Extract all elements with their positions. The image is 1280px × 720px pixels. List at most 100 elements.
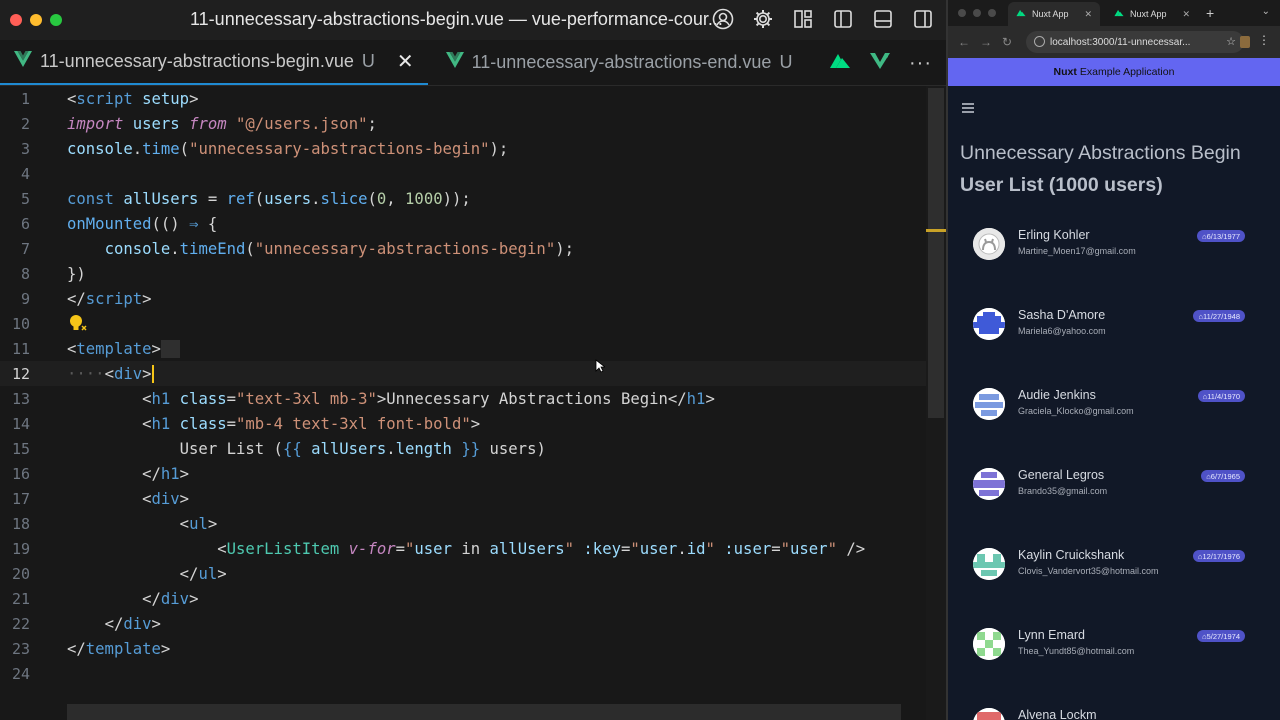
banner-text: Example Application <box>1079 66 1175 78</box>
code-line: </ul> <box>179 564 227 583</box>
untracked-badge: U <box>779 52 793 72</box>
settings-gear-icon[interactable] <box>750 6 776 32</box>
list-item[interactable]: Erling Kohler Martine_Moen17@gmail.com ⌂… <box>973 226 1245 266</box>
window-title: 11-unnecessary-abstractions-begin.vue — … <box>190 9 723 29</box>
code-line: <h1 class="mb-4 text-3xl font-bold"> <box>142 414 481 433</box>
editor-tabs: 11-unnecessary-abstractions-begin.vue U … <box>0 40 946 86</box>
code-line: </div> <box>142 589 199 608</box>
list-item[interactable]: Lynn Emard Thea_Yundt85@hotmail.com ⌂ 5/… <box>973 626 1245 666</box>
user-email: Thea_Yundt85@hotmail.com <box>1018 646 1135 656</box>
line-number: 1 <box>20 89 30 108</box>
hamburger-menu-icon[interactable] <box>962 100 974 118</box>
code-line: <template> <box>67 339 180 358</box>
user-email: Mariela6@yahoo.com <box>1018 326 1106 336</box>
user-email: Brando35@gmail.com <box>1018 486 1108 496</box>
browser-tab-label: Nuxt App <box>1130 9 1167 19</box>
line-number: 16 <box>11 464 30 483</box>
code-editor: 11-unnecessary-abstractions-begin.vue — … <box>0 0 946 720</box>
list-item[interactable]: Kaylin Cruickshank Clovis_Vandervort35@h… <box>973 546 1245 586</box>
line-number: 4 <box>20 164 30 183</box>
scrollbar-thumb[interactable] <box>928 88 944 418</box>
birthdate-badge: ⌂ 6/7/1965 <box>1201 470 1245 482</box>
forward-icon[interactable]: → <box>980 35 992 49</box>
toggle-secondary-sidebar-icon[interactable] <box>910 6 936 32</box>
code-line: console.time("unnecessary-abstractions-b… <box>67 139 509 158</box>
banner-brand: Nuxt <box>1053 66 1077 78</box>
url-text: localhost:3000/11-unnecessar... <box>1050 36 1191 48</box>
tab-end-file[interactable]: 11-unnecessary-abstractions-end.vue U <box>428 40 807 85</box>
reload-icon[interactable]: ↻ <box>1002 35 1012 49</box>
code-line: }) <box>67 264 86 283</box>
editor-titlebar: 11-unnecessary-abstractions-begin.vue — … <box>0 0 946 40</box>
line-number: 9 <box>20 289 30 308</box>
untracked-badge: U <box>361 51 375 71</box>
code-area[interactable]: 1 <script setup> 2 import users from "@/… <box>0 86 926 720</box>
back-icon[interactable]: ← <box>958 35 970 49</box>
code-line: <h1 class="text-3xl mb-3">Unnecessary Ab… <box>142 389 715 408</box>
line-number: 11 <box>11 339 30 358</box>
customize-layout-icon[interactable] <box>790 6 816 32</box>
site-info-icon[interactable] <box>1034 36 1045 47</box>
bookmark-star-icon[interactable]: ☆ <box>1226 35 1236 48</box>
birthdate-badge: ⌂ 12/17/1976 <box>1192 550 1245 562</box>
code-line: User List ({{ allUsers.length }} users) <box>67 439 546 458</box>
line-number: 24 <box>11 664 30 683</box>
app-banner: Nuxt Example Application <box>948 58 1280 86</box>
url-input[interactable]: localhost:3000/11-unnecessar... ☆ <box>1026 31 1244 53</box>
nuxt-icon[interactable] <box>829 53 851 74</box>
close-tab-icon[interactable]: ✕ <box>397 49 414 74</box>
line-number: 5 <box>20 189 30 208</box>
browser-tab[interactable]: Nuxt App ✕ <box>1008 2 1100 26</box>
list-item[interactable]: Audie Jenkins Graciela_Klocko@gmail.com … <box>973 386 1245 426</box>
window-controls <box>10 14 62 26</box>
browser-window: Nuxt App ✕ Nuxt App ✕ + ⌄ ← → ↻ localhos… <box>948 0 1280 720</box>
account-icon[interactable] <box>710 6 736 32</box>
line-number: 17 <box>11 489 30 508</box>
close-tab-icon[interactable]: ✕ <box>1182 9 1190 20</box>
browser-tab[interactable]: Nuxt App ✕ <box>1106 2 1198 26</box>
zoom-window-button[interactable] <box>50 14 62 26</box>
address-bar-row: ← → ↻ localhost:3000/11-unnecessar... ☆ … <box>948 26 1280 58</box>
close-tab-icon[interactable]: ✕ <box>1084 9 1092 20</box>
line-number: 12 <box>11 364 30 383</box>
list-item[interactable]: General Legros Brando35@gmail.com ⌂ 6/7/… <box>973 466 1245 506</box>
browser-tab-label: Nuxt App <box>1032 9 1069 19</box>
list-item[interactable]: Sasha D'Amore Mariela6@yahoo.com ⌂ 11/27… <box>973 306 1245 346</box>
toggle-panel-icon[interactable] <box>870 6 896 32</box>
minimize-window-button[interactable] <box>30 14 42 26</box>
code-line: ····<div> <box>67 364 163 383</box>
horizontal-scrollbar[interactable] <box>67 704 901 720</box>
code-line: <script setup> <box>67 89 199 108</box>
vue-file-icon <box>445 52 464 73</box>
browser-menu-icon[interactable]: ⋮ <box>1258 33 1270 47</box>
lightbulb-icon[interactable] <box>68 314 90 338</box>
code-line: console.timeEnd("unnecessary-abstraction… <box>104 239 574 258</box>
line-number: 21 <box>11 589 30 608</box>
avatar <box>973 628 1005 660</box>
birthdate-badge: ⌂ 5/27/1974 <box>1197 630 1245 642</box>
scrollbar-cursor-marker <box>926 229 946 232</box>
nuxt-favicon-icon <box>1114 9 1124 19</box>
vue-devtools-icon[interactable] <box>869 52 891 75</box>
user-name: General Legros <box>1018 468 1105 482</box>
line-number: 10 <box>11 314 30 333</box>
avatar <box>973 308 1005 340</box>
toggle-primary-sidebar-icon[interactable] <box>830 6 856 32</box>
mouse-pointer-icon <box>595 359 607 378</box>
extension-icon[interactable] <box>1240 36 1250 48</box>
tab-begin-file[interactable]: 11-unnecessary-abstractions-begin.vue U … <box>0 40 428 85</box>
birthdate-badge: ⌂ 11/27/1948 <box>1193 310 1245 322</box>
list-item[interactable]: Alvena Lockm <box>973 706 1245 720</box>
line-number: 14 <box>11 414 30 433</box>
line-number: 19 <box>11 539 30 558</box>
new-tab-icon[interactable]: + <box>1206 5 1214 21</box>
avatar <box>973 708 1005 720</box>
code-line: <div> <box>142 489 190 508</box>
more-actions-icon[interactable]: ··· <box>909 52 932 75</box>
close-window-button[interactable] <box>10 14 22 26</box>
line-number: 23 <box>11 639 30 658</box>
code-line: <UserListItem v-for="user in allUsers" :… <box>217 539 866 558</box>
browser-tabstrip: Nuxt App ✕ Nuxt App ✕ + ⌄ <box>948 0 1280 26</box>
browser-window-controls <box>958 9 996 17</box>
tab-search-chevron-icon[interactable]: ⌄ <box>1262 6 1270 17</box>
